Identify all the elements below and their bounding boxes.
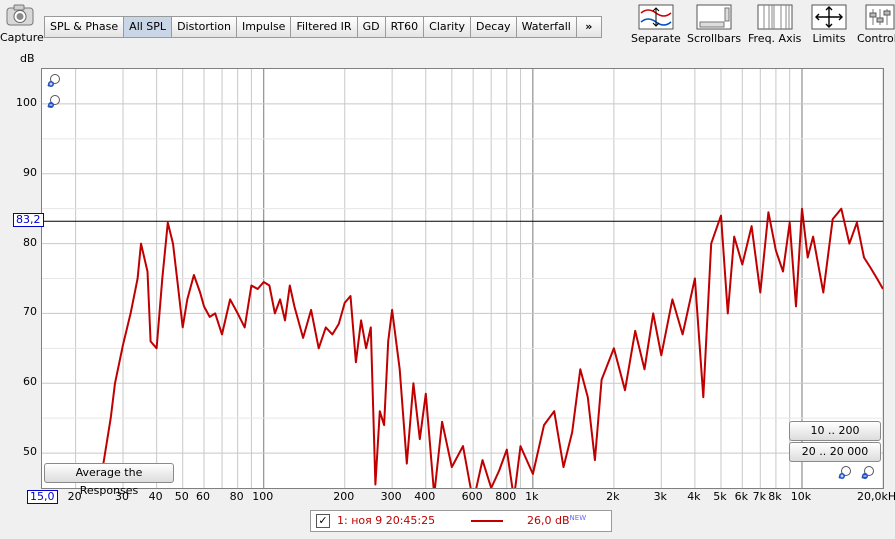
controls-icon	[865, 4, 895, 30]
x-tick-label: 80	[229, 490, 244, 503]
camera-icon	[6, 4, 34, 26]
zoom-out-x-icon[interactable]	[860, 465, 876, 481]
freq-axis-label: Freq. Axis	[748, 32, 802, 45]
spl-plot[interactable]	[41, 68, 884, 489]
tab-filtered-ir[interactable]: Filtered IR	[290, 16, 358, 38]
chart-svg	[42, 69, 883, 488]
y-tick-label: 100	[16, 95, 37, 109]
capture-button[interactable]: Capture	[0, 4, 44, 44]
x-tick-label: 40	[148, 490, 163, 503]
zoom-in-x-icon[interactable]	[837, 465, 853, 481]
x-tick-label: 60	[196, 490, 211, 503]
zoom-out-icon[interactable]	[46, 94, 62, 110]
x-tick-label: 800	[495, 490, 517, 503]
y-tick-label: 70	[23, 305, 37, 319]
x-tick-label: 6k	[734, 490, 748, 503]
range-20-20000-button[interactable]: 20 .. 20 000	[789, 442, 881, 462]
freq-axis-icon	[757, 4, 793, 30]
y-tick-label: 90	[23, 165, 37, 179]
x-tick-label: 10k	[790, 490, 812, 503]
controls-label: Controls	[857, 32, 895, 45]
cursor-level-readout: 83,2	[13, 213, 44, 227]
legend-trace-name[interactable]: 1: ноя 9 20:45:25	[337, 514, 435, 527]
x-tick-label: 20,0kHz	[857, 490, 895, 503]
x-tick-label: 50	[174, 490, 189, 503]
range-10-200-button[interactable]: 10 .. 200	[789, 421, 881, 441]
limits-button[interactable]: Limits	[811, 4, 847, 45]
separate-icon	[638, 4, 674, 30]
x-tick-label: 8k	[768, 490, 782, 503]
tab-waterfall[interactable]: Waterfall	[515, 16, 577, 38]
legend-trace-swatch	[471, 520, 503, 522]
y-tick-label: 60	[23, 375, 37, 389]
average-responses-button[interactable]: Average the Responses	[44, 463, 174, 497]
scrollbars-label: Scrollbars	[687, 32, 742, 45]
x-tick-label: 2k	[606, 490, 620, 503]
x-tick-label: 3k	[653, 490, 667, 503]
tab-decay[interactable]: Decay	[470, 16, 517, 38]
x-tick-label: 400	[414, 490, 436, 503]
tab-distortion[interactable]: Distortion	[171, 16, 237, 38]
tab-gd[interactable]: GD	[356, 16, 386, 38]
tabs-more-button[interactable]: »	[575, 16, 602, 38]
legend-new-badge: NEW	[569, 514, 587, 522]
tab-rt60[interactable]: RT60	[384, 16, 425, 38]
legend-trace-value: 26,0 dBNEW	[527, 514, 586, 527]
y-tick-label: 80	[23, 235, 37, 249]
separate-label: Separate	[631, 32, 681, 45]
x-tick-label: 100	[252, 490, 274, 503]
tab-clarity[interactable]: Clarity	[423, 16, 472, 38]
tab-spl-phase[interactable]: SPL & Phase	[44, 16, 125, 38]
x-tick-label: 4k	[687, 490, 701, 503]
legend-value-text: 26,0 dB	[527, 514, 570, 527]
x-tick-label: 600	[461, 490, 483, 503]
limits-label: Limits	[812, 32, 846, 45]
cursor-bottom-readout: 15,0	[27, 490, 58, 504]
scrollbars-icon	[696, 4, 732, 30]
x-tick-label: 7k	[752, 490, 766, 503]
x-tick-label: 1k	[525, 490, 539, 503]
tab-impulse[interactable]: Impulse	[235, 16, 292, 38]
y-tick-label: 50	[23, 445, 37, 459]
legend: ✓ 1: ноя 9 20:45:25 26,0 dBNEW	[310, 510, 612, 532]
zoom-in-icon[interactable]	[46, 73, 62, 89]
limits-arrows-icon	[811, 4, 847, 30]
legend-checkbox[interactable]: ✓	[316, 514, 330, 528]
y-axis-unit: dB	[20, 52, 35, 65]
x-tick-label: 300	[380, 490, 402, 503]
controls-button[interactable]: Controls	[857, 4, 895, 45]
tab-bar: SPL & Phase All SPL Distortion Impulse F…	[44, 16, 602, 38]
freq-axis-button[interactable]: Freq. Axis	[748, 4, 801, 45]
separate-button[interactable]: Separate	[631, 4, 681, 45]
capture-label: Capture	[0, 31, 44, 44]
x-tick-label: 5k	[713, 490, 727, 503]
x-tick-label: 200	[333, 490, 355, 503]
tab-all-spl[interactable]: All SPL	[123, 16, 173, 38]
scrollbars-button[interactable]: Scrollbars	[687, 4, 741, 45]
